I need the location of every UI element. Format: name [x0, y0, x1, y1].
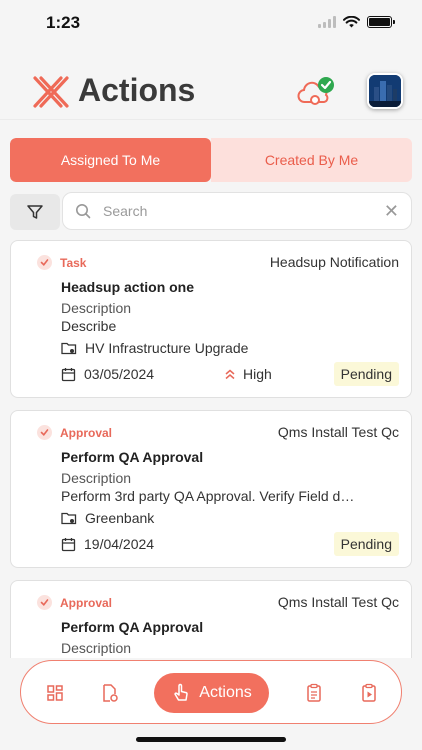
app-logo-icon	[33, 76, 69, 108]
description-text: Describe	[61, 318, 117, 334]
check-icon	[37, 595, 52, 610]
avatar-image	[369, 75, 401, 107]
home-indicator	[136, 737, 286, 742]
calendar-icon	[61, 367, 76, 381]
action-type: Task	[37, 255, 86, 270]
avatar[interactable]	[367, 73, 403, 109]
cloud-sync-icon	[297, 77, 334, 105]
check-icon	[37, 425, 52, 440]
status-icons	[318, 16, 395, 28]
dashboard-icon	[47, 685, 63, 701]
action-type-label: Task	[60, 255, 87, 270]
nav-actions[interactable]: Actions	[154, 673, 269, 713]
due-date: 19/04/2024	[84, 536, 155, 552]
folder-settings-icon	[61, 342, 77, 355]
calendar-icon	[61, 537, 76, 551]
project-row: HV Infrastructure Upgrade	[61, 340, 248, 356]
action-card[interactable]: Approval Qms Install Test Qc Perform QA …	[10, 410, 412, 568]
tap-hand-icon	[174, 683, 189, 701]
tab-assigned-to-me[interactable]: Assigned To Me	[10, 138, 211, 182]
project-row: Greenbank	[61, 510, 154, 526]
action-type: Approval	[37, 425, 112, 440]
due-date-row: 19/04/2024	[61, 536, 154, 552]
search-input[interactable]	[103, 203, 384, 219]
project-name: HV Infrastructure Upgrade	[85, 340, 249, 356]
folder-settings-icon	[61, 512, 77, 525]
priority-label: High	[243, 366, 272, 382]
bottom-nav: Actions	[20, 660, 402, 724]
tab-created-by-me[interactable]: Created By Me	[211, 138, 412, 182]
app-header: Actions	[0, 60, 422, 120]
document-settings-icon	[103, 684, 118, 702]
filter-icon	[27, 205, 43, 219]
battery-icon	[367, 16, 395, 28]
status-badge: Pending	[333, 532, 399, 556]
wifi-icon	[343, 16, 360, 28]
action-type-label: Approval	[60, 595, 113, 610]
action-title: Perform QA Approval	[61, 619, 204, 635]
due-date: 03/05/2024	[84, 366, 155, 382]
nav-documents[interactable]	[96, 679, 124, 707]
clear-search-icon[interactable]: ✕	[384, 201, 399, 222]
search-icon	[76, 204, 91, 219]
page-title: Actions	[78, 72, 196, 108]
description-text: Perform 3rd party QA Approval. Verify Fi…	[61, 488, 355, 504]
status-badge: Pending	[333, 362, 399, 386]
priority-row: High	[225, 366, 272, 382]
description-label: Description	[61, 640, 132, 656]
search-bar: ✕	[62, 192, 412, 230]
nav-actions-label: Actions	[199, 684, 252, 701]
clipboard-list-icon	[307, 683, 321, 702]
nav-media[interactable]	[355, 679, 383, 707]
action-title: Perform QA Approval	[61, 449, 204, 465]
cellular-signal-icon	[318, 16, 336, 28]
nav-dashboard[interactable]	[41, 679, 69, 707]
action-card[interactable]: Task Headsup Notification Headsup action…	[10, 240, 412, 398]
action-card[interactable]: Approval Qms Install Test Qc Perform QA …	[10, 580, 412, 658]
action-source: Qms Install Test Qc	[277, 594, 399, 610]
filter-button[interactable]	[10, 194, 60, 230]
due-date-row: 03/05/2024	[61, 366, 154, 382]
description-label: Description	[61, 470, 132, 486]
check-icon	[37, 255, 52, 270]
tab-bar: Assigned To Me Created By Me	[10, 138, 412, 182]
action-type-label: Approval	[60, 425, 113, 440]
project-name: Greenbank	[85, 510, 155, 526]
sync-status-button[interactable]	[296, 76, 336, 108]
action-list: Task Headsup Notification Headsup action…	[10, 240, 412, 658]
description-label: Description	[61, 300, 132, 316]
clipboard-play-icon	[362, 683, 376, 702]
status-bar: 1:23	[0, 0, 422, 48]
priority-high-icon	[225, 369, 235, 379]
action-title: Headsup action one	[61, 279, 195, 295]
action-source: Qms Install Test Qc	[277, 424, 399, 440]
status-time: 1:23	[46, 13, 81, 32]
nav-checklists[interactable]	[300, 679, 328, 707]
action-type: Approval	[37, 595, 112, 610]
action-source: Headsup Notification	[269, 254, 399, 270]
